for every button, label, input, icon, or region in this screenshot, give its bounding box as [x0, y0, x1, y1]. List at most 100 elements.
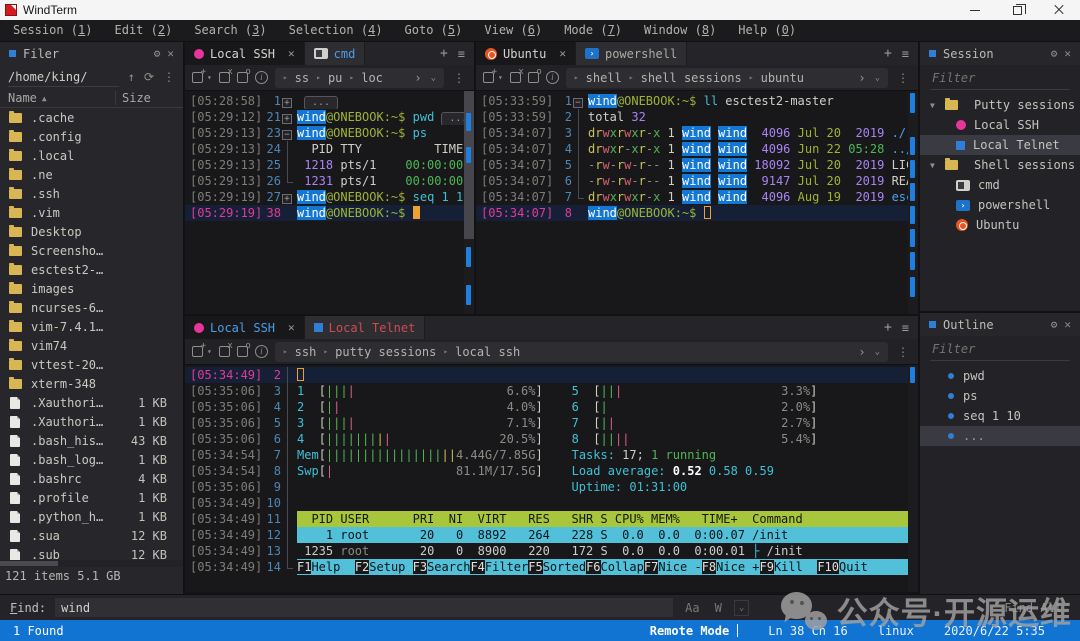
session-item-local-ssh[interactable]: Local SSH — [920, 115, 1080, 135]
close-tab-icon[interactable]: ✕ — [559, 47, 566, 60]
fold-expand-icon[interactable]: + — [282, 194, 292, 204]
info-icon[interactable]: i — [545, 71, 559, 84]
breadcrumb-part-ubuntu[interactable]: ubuntu — [761, 71, 804, 85]
new-session-icon[interactable]: + — [192, 67, 206, 83]
new-tab-button[interactable]: + — [884, 320, 892, 335]
caret-down-icon[interactable]: ▼ — [930, 101, 938, 110]
menu-selection[interactable]: Selection (4) — [278, 20, 394, 41]
file-row-bash-his[interactable]: .bash_his… 43 KB — [0, 431, 183, 450]
breadcrumb-part-ss[interactable]: ss — [295, 71, 309, 85]
terminal-type[interactable]: linux — [878, 624, 914, 638]
file-row-vttest-20[interactable]: vttest-20… — [0, 355, 183, 374]
outline-item-ps[interactable]: ps — [920, 386, 1080, 406]
menu-search[interactable]: Search (3) — [183, 20, 277, 41]
close-panel-icon[interactable]: ✕ — [1064, 47, 1071, 60]
outline-item-pwd[interactable]: pwd — [920, 366, 1080, 386]
new-tab-button[interactable]: + — [884, 46, 892, 61]
file-row-bash-log[interactable]: .bash_log… 1 KB — [0, 450, 183, 469]
tab-local-telnet[interactable]: Local Telnet — [304, 316, 426, 339]
breadcrumb-part-pu[interactable]: pu — [328, 71, 342, 85]
file-row-profile[interactable]: .profile 1 KB — [0, 488, 183, 507]
refresh-icon[interactable]: ⟳ — [144, 70, 154, 84]
breadcrumb-part-local-ssh[interactable]: local ssh — [455, 345, 520, 359]
tree-group-shell-sessions[interactable]: ▼ Shell sessions — [920, 155, 1080, 175]
terminal-content[interactable]: [05:33:59] 1− wind@ONEBOOK:~$ ll esctest2-… — [476, 91, 918, 314]
info-icon[interactable]: i — [254, 345, 268, 358]
outline-item-[interactable]: ... — [920, 426, 1080, 446]
scrollbar-thumb[interactable] — [0, 561, 58, 566]
file-row-xterm-348[interactable]: xterm-348 — [0, 374, 183, 393]
session-item-ubuntu[interactable]: Ubuntu — [920, 215, 1080, 235]
match-case-button[interactable]: Aa — [682, 601, 702, 615]
path-input[interactable]: /home/king/ — [8, 67, 119, 87]
folded-output-box[interactable]: ... — [304, 96, 339, 109]
session-item-powershell[interactable]: powershell — [920, 195, 1080, 215]
find-input[interactable] — [55, 598, 674, 617]
tab-cmd[interactable]: cmd — [304, 42, 366, 65]
find-all-button[interactable]: Find All — [1004, 601, 1070, 615]
file-row-xauthori[interactable]: .Xauthori… 1 KB — [0, 412, 183, 431]
menu-goto[interactable]: Goto (5) — [394, 20, 474, 41]
caret-down-icon[interactable]: ▼ — [930, 161, 938, 170]
cursor-position[interactable]: Ln 38 Ch 16 — [768, 624, 847, 638]
gear-icon[interactable]: ⚙ — [1051, 47, 1058, 60]
file-row-esctest2[interactable]: esctest2-… — [0, 260, 183, 279]
file-row-local[interactable]: .local — [0, 146, 183, 165]
file-row-cache[interactable]: .cache — [0, 108, 183, 127]
gear-icon[interactable]: ⚙ — [1051, 318, 1058, 331]
tab-local-ssh[interactable]: Local SSH ✕ — [185, 316, 305, 339]
chevron-down-icon[interactable]: ⌄ — [875, 73, 880, 83]
menu-window[interactable]: Window (8) — [633, 20, 727, 41]
chevron-down-icon[interactable]: ⌄ — [875, 347, 880, 357]
file-row-screensho[interactable]: Screensho… — [0, 241, 183, 260]
vertical-scrollbar[interactable] — [908, 91, 918, 314]
file-row-vim[interactable]: .vim — [0, 203, 183, 222]
filer-menu-icon[interactable]: ⋮ — [163, 70, 175, 84]
pane-menu-icon[interactable]: ⋮ — [451, 71, 467, 85]
close-session-icon[interactable]: x — [218, 341, 233, 357]
vertical-scrollbar[interactable] — [464, 91, 474, 314]
file-row-python-h[interactable]: .python_h… 1 KB — [0, 507, 183, 526]
breadcrumb-part-shell-sessions[interactable]: shell sessions — [641, 71, 742, 85]
pane-menu-icon[interactable]: ⋮ — [895, 71, 911, 85]
breadcrumb-part-shell[interactable]: shell — [586, 71, 622, 85]
folded-output-box[interactable]: ... — [441, 112, 464, 125]
info-icon[interactable]: i — [254, 71, 268, 84]
fold-expand-icon[interactable]: + — [282, 98, 292, 108]
menu-mode[interactable]: Mode (7) — [553, 20, 633, 41]
chevron-down-icon[interactable]: ⌄ — [431, 73, 436, 83]
tab-list-button[interactable]: ≡ — [902, 321, 909, 335]
pane-menu-icon[interactable]: ⋮ — [895, 345, 911, 359]
close-button[interactable] — [1038, 0, 1080, 20]
close-tab-icon[interactable]: ✕ — [288, 321, 295, 334]
menu-session[interactable]: Session (1) — [2, 20, 104, 41]
menu-view[interactable]: View (6) — [473, 20, 553, 41]
detach-session-icon[interactable]: o — [527, 67, 542, 83]
fold-expand-icon[interactable]: + — [282, 114, 292, 124]
find-options-dropdown[interactable]: ⌄ — [733, 599, 750, 616]
outline-item-seq-1-10[interactable]: seq 1 10 — [920, 406, 1080, 426]
fold-collapse-icon[interactable]: − — [282, 130, 292, 140]
column-name[interactable]: Name ▲ — [8, 91, 115, 105]
whole-word-button[interactable]: W — [712, 601, 725, 615]
tab-powershell[interactable]: powershell — [575, 42, 688, 65]
chevron-right-icon[interactable]: › — [414, 71, 421, 85]
file-row-sua[interactable]: .sua 12 KB — [0, 526, 183, 545]
chevron-down-icon[interactable]: ▾ — [207, 73, 212, 82]
file-row-ssh[interactable]: .ssh — [0, 184, 183, 203]
terminal-content[interactable]: [05:34:49] 2 [05:35:06] 3 1 [|||| 6.6%] 5 [|… — [185, 365, 918, 592]
file-row-images[interactable]: images — [0, 279, 183, 298]
new-session-icon[interactable]: + — [483, 67, 497, 83]
close-session-icon[interactable]: x — [218, 67, 233, 83]
close-panel-icon[interactable]: ✕ — [167, 47, 174, 60]
detach-session-icon[interactable]: o — [236, 67, 251, 83]
file-row-ne[interactable]: .ne — [0, 165, 183, 184]
up-directory-icon[interactable]: ↑ — [128, 70, 135, 84]
file-row-xauthori[interactable]: .Xauthori… 1 KB — [0, 393, 183, 412]
file-row-sub[interactable]: .sub 12 KB — [0, 545, 183, 560]
session-filter-input[interactable]: Filter — [930, 66, 1070, 90]
detach-session-icon[interactable]: o — [236, 341, 251, 357]
file-row-desktop[interactable]: Desktop — [0, 222, 183, 241]
new-tab-button[interactable]: + — [440, 46, 448, 61]
outline-filter-input[interactable]: Filter — [930, 337, 1070, 361]
